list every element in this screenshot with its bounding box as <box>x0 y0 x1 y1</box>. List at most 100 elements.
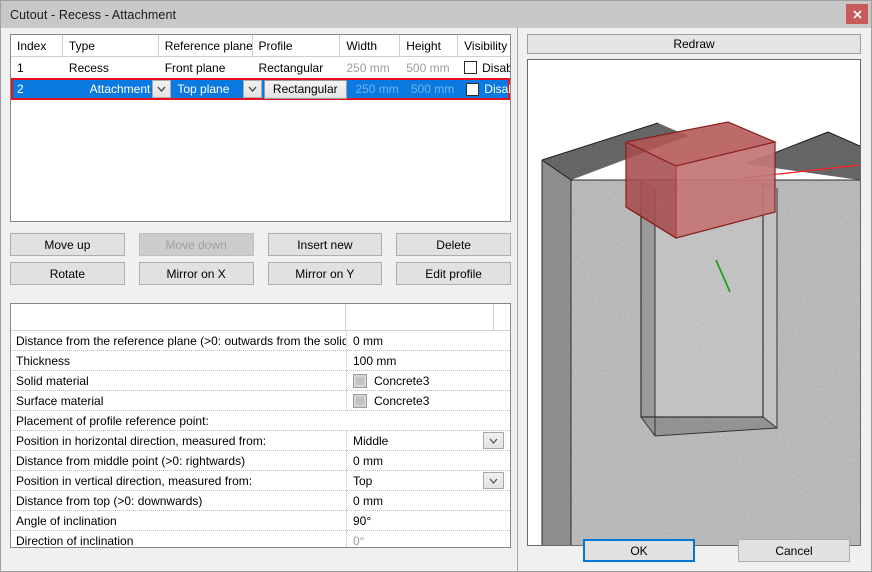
property-value-wrapper[interactable]: Middle <box>346 431 510 450</box>
property-label: Position in vertical direction, measured… <box>11 471 346 490</box>
property-grid[interactable]: Distance from the reference plane (>0: o… <box>10 303 511 548</box>
visibility-label: Disabled <box>482 61 510 75</box>
cell-width: 250 mm <box>340 57 400 78</box>
mirror-on-y-button[interactable]: Mirror on Y <box>268 262 383 285</box>
cell-height: 500 mm <box>400 57 458 78</box>
column-header-width[interactable]: Width <box>340 35 400 56</box>
property-row-angle-inclination[interactable]: Angle of inclination 90° <box>11 511 510 531</box>
property-value[interactable]: 90° <box>346 511 510 530</box>
property-label: Solid material <box>11 371 346 390</box>
property-value-wrapper[interactable]: Top <box>346 471 510 490</box>
property-value-header <box>346 304 494 330</box>
column-header-reference-plane[interactable]: Reference plane <box>159 35 253 56</box>
cell-profile-editor: Rectangular <box>262 78 350 100</box>
cell-index: 1 <box>11 57 63 78</box>
window-title: Cutout - Recess - Attachment <box>1 8 176 22</box>
insert-new-button[interactable]: Insert new <box>268 233 383 256</box>
chevron-down-icon-position-vertical[interactable] <box>483 472 504 489</box>
property-row-distance-middle-point[interactable]: Distance from middle point (>0: rightwar… <box>11 451 510 471</box>
3d-preview-viewport[interactable] <box>527 59 861 546</box>
cell-type-editor[interactable]: Attachment <box>61 78 153 100</box>
chevron-down-icon-position-horizontal[interactable] <box>483 432 504 449</box>
visibility-label: Disabled <box>484 82 510 96</box>
property-label: Distance from top (>0: downwards) <box>11 491 346 510</box>
table-row-selected[interactable]: 2 Attachment Top plane <box>11 78 510 100</box>
column-header-height[interactable]: Height <box>400 35 458 56</box>
move-down-button: Move down <box>139 233 254 256</box>
column-header-index[interactable]: Index <box>11 35 63 56</box>
property-value: Top <box>353 474 372 488</box>
chevron-down-icon-type[interactable] <box>152 80 171 98</box>
title-bar: Cutout - Recess - Attachment <box>1 1 872 28</box>
property-value[interactable]: 0 mm <box>346 331 510 350</box>
property-label: Distance from the reference plane (>0: o… <box>11 331 346 350</box>
property-row-distance-top[interactable]: Distance from top (>0: downwards) 0 mm <box>11 491 510 511</box>
ok-button[interactable]: OK <box>583 539 695 562</box>
column-header-profile[interactable]: Profile <box>253 35 341 56</box>
cell-type-value: Attachment <box>90 82 151 96</box>
property-row-position-horizontal[interactable]: Position in horizontal direction, measur… <box>11 431 510 451</box>
property-value: Middle <box>353 434 388 448</box>
property-section-placement: Placement of profile reference point: <box>11 411 510 431</box>
property-value: 0° <box>346 531 510 548</box>
material-swatch-icon <box>353 374 367 388</box>
visibility-checkbox[interactable] <box>466 83 479 96</box>
preview-panel: Redraw <box>520 28 872 572</box>
property-label: Distance from middle point (>0: rightwar… <box>11 451 346 470</box>
cell-profile: Rectangular <box>253 57 341 78</box>
dialog-window: Cutout - Recess - Attachment Index Type … <box>0 0 872 572</box>
property-row-position-vertical[interactable]: Position in vertical direction, measured… <box>11 471 510 491</box>
splitter-line <box>517 28 518 572</box>
cancel-button[interactable]: Cancel <box>738 539 850 562</box>
action-button-row-2: Rotate Mirror on X Mirror on Y Edit prof… <box>10 262 511 285</box>
table-row[interactable]: 1 Recess Front plane Rectangular 250 mm … <box>11 57 510 78</box>
property-value-wrapper[interactable]: Concrete3 <box>346 391 510 410</box>
property-row-direction-inclination[interactable]: Direction of inclination 0° <box>11 531 510 548</box>
list-header-row: Index Type Reference plane Profile Width… <box>11 35 510 57</box>
property-row-distance-reference-plane[interactable]: Distance from the reference plane (>0: o… <box>11 331 510 351</box>
cell-index: 2 <box>11 78 61 100</box>
mirror-on-x-button[interactable]: Mirror on X <box>139 262 254 285</box>
property-label: Surface material <box>11 391 346 410</box>
property-value[interactable]: 0 mm <box>346 451 510 470</box>
redraw-button[interactable]: Redraw <box>527 34 861 54</box>
rotate-button[interactable]: Rotate <box>10 262 125 285</box>
chevron-down-icon-reference-plane[interactable] <box>243 80 262 98</box>
cell-type: Recess <box>63 57 159 78</box>
property-value[interactable]: 0 mm <box>346 491 510 510</box>
cell-reference-plane: Front plane <box>159 57 253 78</box>
property-value-wrapper[interactable]: Concrete3 <box>346 371 510 390</box>
cell-reference-plane-editor[interactable]: Top plane <box>171 78 243 100</box>
cutout-list[interactable]: Index Type Reference plane Profile Width… <box>10 34 511 222</box>
cell-visibility: Disabled <box>458 57 510 78</box>
property-value[interactable]: 100 mm <box>346 351 510 370</box>
column-header-visibility[interactable]: Visibility <box>458 35 510 56</box>
property-label: Angle of inclination <box>11 511 346 530</box>
column-header-type[interactable]: Type <box>63 35 159 56</box>
property-section-label: Placement of profile reference point: <box>11 411 209 430</box>
material-swatch-icon <box>353 394 367 408</box>
edit-profile-button[interactable]: Edit profile <box>396 262 511 285</box>
cell-visibility: Disabled <box>460 78 510 100</box>
property-label: Thickness <box>11 351 346 370</box>
property-label: Direction of inclination <box>11 531 346 548</box>
property-value: Concrete3 <box>374 394 429 408</box>
visibility-checkbox[interactable] <box>464 61 477 74</box>
action-button-grid: Move up Move down Insert new Delete Rota… <box>10 233 511 291</box>
move-up-button[interactable]: Move up <box>10 233 125 256</box>
delete-button[interactable]: Delete <box>396 233 511 256</box>
property-grid-header <box>11 304 510 331</box>
property-row-thickness[interactable]: Thickness 100 mm <box>11 351 510 371</box>
3d-preview-graphic <box>528 60 860 545</box>
property-row-solid-material[interactable]: Solid material Concrete3 <box>11 371 510 391</box>
cell-reference-plane-value: Top plane <box>177 82 229 96</box>
left-panel: Index Type Reference plane Profile Width… <box>1 28 519 572</box>
property-row-surface-material[interactable]: Surface material Concrete3 <box>11 391 510 411</box>
property-name-header <box>11 304 346 330</box>
cell-height: 500 mm <box>405 78 460 100</box>
panel-splitter[interactable] <box>517 28 519 572</box>
property-label: Position in horizontal direction, measur… <box>11 431 346 450</box>
profile-button[interactable]: Rectangular <box>264 80 347 99</box>
close-icon[interactable] <box>846 4 868 24</box>
cell-width: 250 mm <box>349 78 404 100</box>
